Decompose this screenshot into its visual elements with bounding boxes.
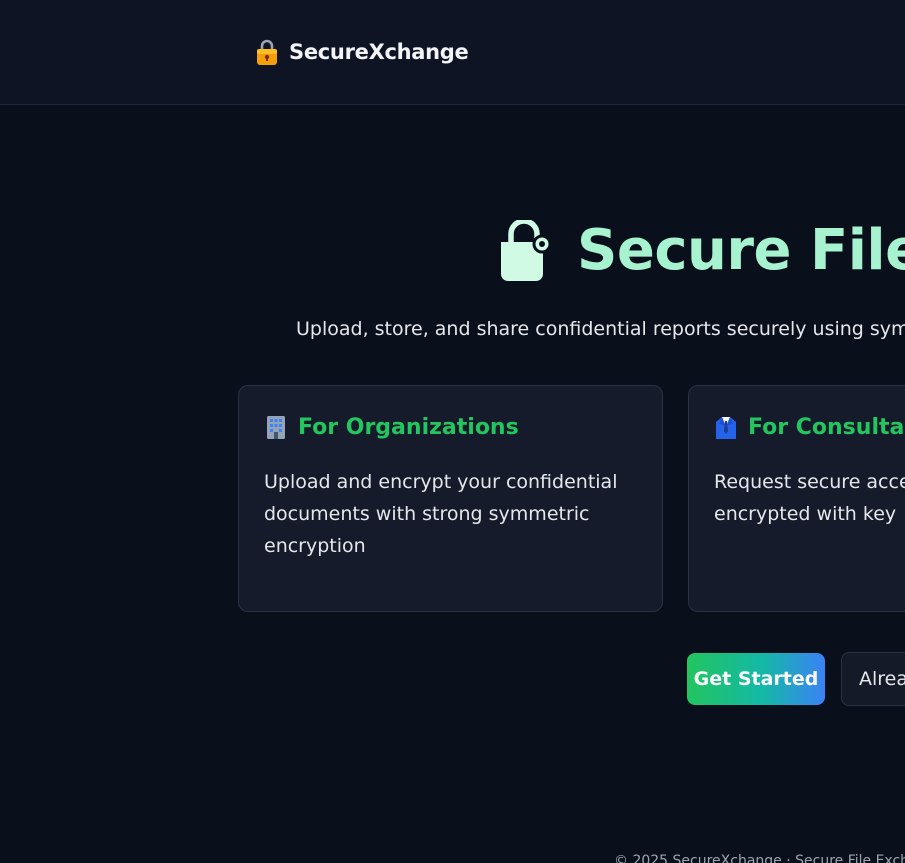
card-description: Upload and encrypt your confidential doc… (264, 471, 618, 557)
suit-icon (716, 417, 736, 439)
card-description: Request secure access shared encrypted w… (714, 471, 905, 525)
top-navbar: SecureXchange (0, 0, 905, 105)
lock-with-key-icon (257, 39, 277, 65)
card-organizations: For Organizations Upload and encrypt you… (238, 385, 663, 612)
card-header: For Organizations (264, 414, 638, 440)
card-consultants: For Consultant Request secure access sha… (688, 385, 905, 612)
shopping-bag-icon (501, 219, 552, 281)
hero-heading: Secure File Ex (497, 218, 905, 283)
brand-name: SecureXchange (289, 40, 469, 64)
hero-subtitle: Upload, store, and share confidential re… (296, 318, 905, 340)
get-started-button[interactable]: Get Started (687, 653, 825, 705)
already-have-account-button[interactable]: Alrea (841, 652, 905, 706)
brand-logo-link[interactable]: SecureXchange (255, 38, 469, 66)
office-building-icon (267, 416, 285, 439)
card-title: For Organizations (298, 414, 519, 440)
footer-copyright: © 2025 SecureXchange · Secure File Exch (614, 853, 905, 863)
page-title: Secure File Ex (577, 218, 905, 283)
card-title: For Consultant (748, 414, 905, 440)
card-header: For Consultant (714, 414, 905, 440)
page: SecureXchange Secure File Ex Upload, sto… (0, 0, 905, 863)
